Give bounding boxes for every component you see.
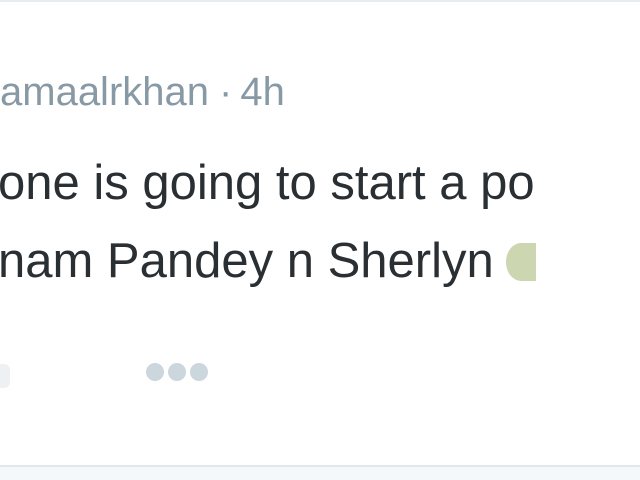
timestamp[interactable]: 4h: [240, 70, 285, 114]
tweet-text: one is going to start a po nam Pandey n …: [0, 144, 536, 300]
separator-dot: ·: [219, 70, 233, 114]
tweet-actions: [0, 342, 640, 402]
more-dots-icon: [168, 363, 186, 381]
tweet-header: amaalrkhan · 4h: [0, 66, 285, 118]
user-handle[interactable]: amaalrkhan: [0, 70, 209, 114]
tweet-text-line-1: one is going to start a po: [0, 156, 535, 210]
more-dots-icon: [146, 363, 164, 381]
more-options-button[interactable]: [134, 356, 220, 388]
tweet-text-line-2: nam Pandey n Sherlyn: [0, 222, 536, 300]
emoji-icon: [505, 243, 536, 281]
more-dots-icon: [190, 363, 208, 381]
tweet-text-line-2-content: nam Pandey n Sherlyn: [0, 234, 494, 288]
tweet-card: amaalrkhan · 4h one is going to start a po…: [0, 0, 640, 467]
